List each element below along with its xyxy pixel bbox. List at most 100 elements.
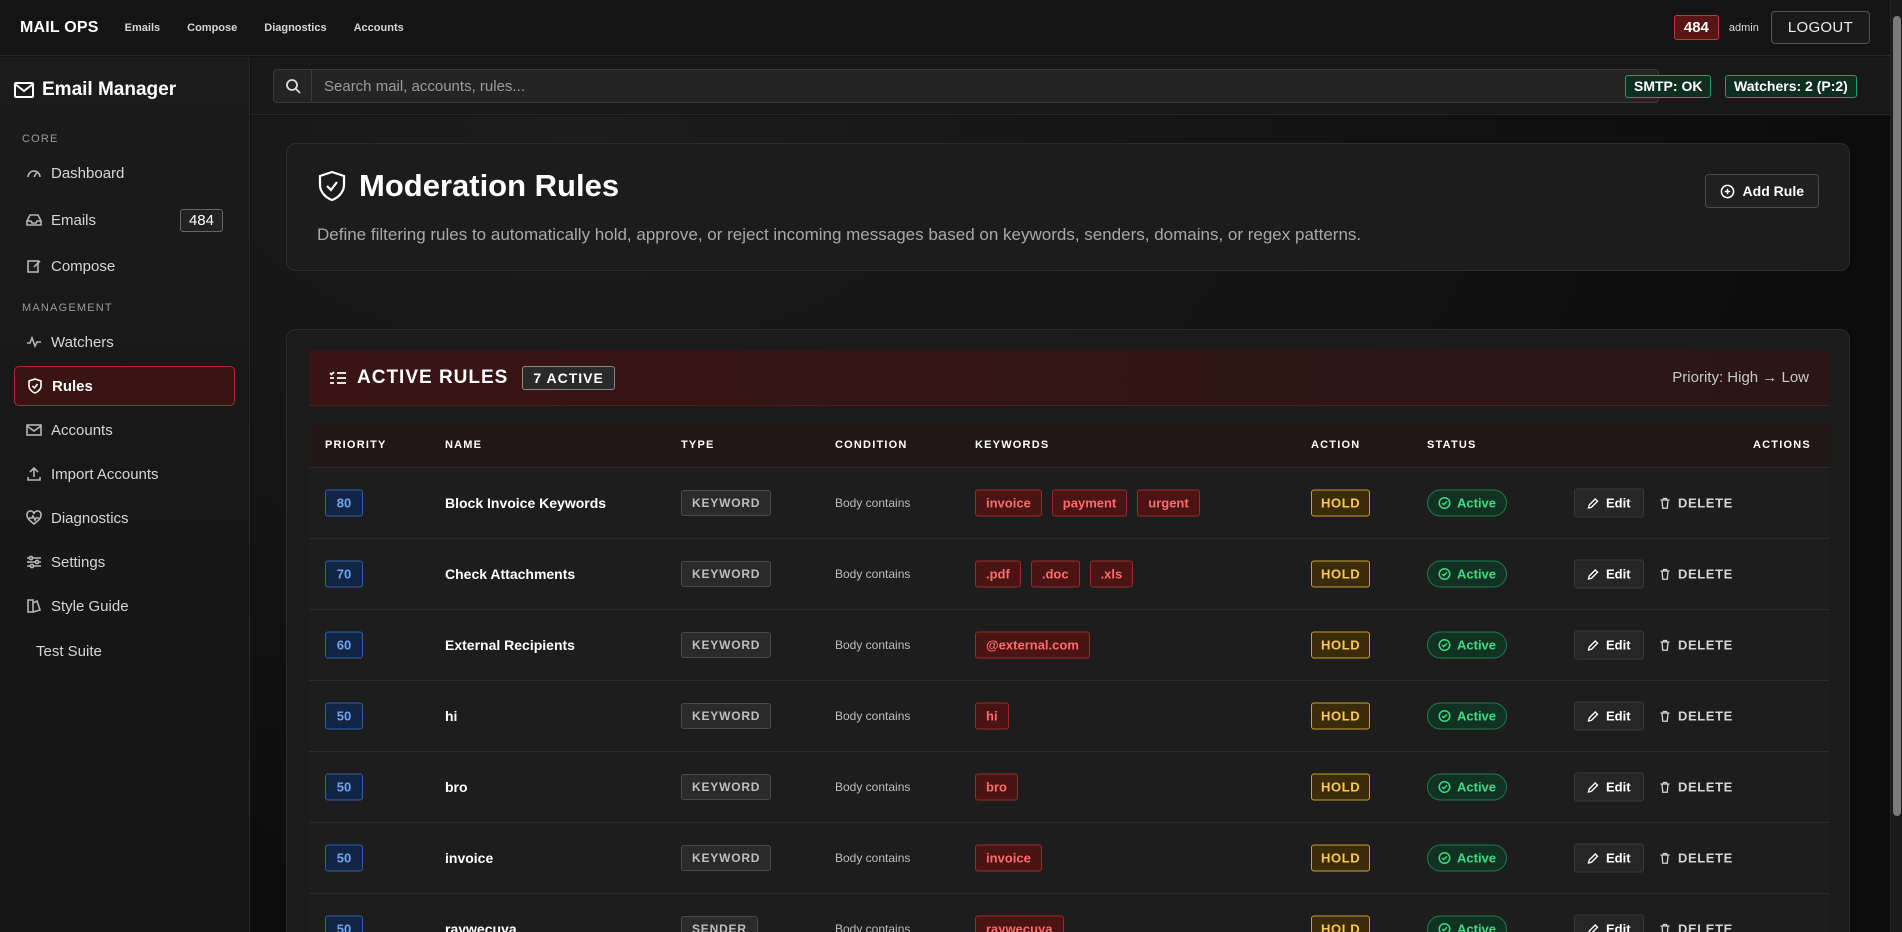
sidebar-item-accounts[interactable]: Accounts bbox=[14, 410, 235, 450]
activity-icon bbox=[26, 334, 42, 350]
keyword-tag: bro bbox=[975, 773, 1018, 801]
table-row: 50 raywecuya SENDER Body contains raywec… bbox=[309, 893, 1829, 932]
rule-name: raywecuya bbox=[445, 921, 517, 932]
delete-rule-button[interactable]: DELETE bbox=[1659, 780, 1733, 795]
upload-icon bbox=[26, 466, 42, 482]
edit-label: Edit bbox=[1606, 921, 1631, 932]
nav-link-accounts[interactable]: Accounts bbox=[354, 22, 404, 34]
delete-label: DELETE bbox=[1678, 921, 1733, 932]
col-action[interactable]: ACTION bbox=[1311, 439, 1360, 451]
rule-condition: Body contains bbox=[835, 851, 911, 865]
status-label: Active bbox=[1457, 495, 1497, 511]
delete-rule-button[interactable]: DELETE bbox=[1659, 496, 1733, 511]
page-title-text: Moderation Rules bbox=[359, 168, 620, 203]
sidebar-item-settings[interactable]: Settings bbox=[14, 542, 235, 582]
search-icon[interactable] bbox=[274, 70, 312, 102]
sidebar-item-import-accounts[interactable]: Import Accounts bbox=[14, 454, 235, 494]
rule-condition: Body contains bbox=[835, 709, 911, 723]
delete-label: DELETE bbox=[1678, 566, 1733, 582]
sidebar-item-dashboard[interactable]: Dashboard bbox=[14, 153, 235, 193]
mail-icon bbox=[26, 422, 42, 438]
col-priority[interactable]: PRIORITY bbox=[325, 439, 387, 451]
sidebar-item-label: Import Accounts bbox=[51, 465, 159, 483]
edit-rule-button[interactable]: Edit bbox=[1574, 914, 1644, 932]
rule-status-badge: Active bbox=[1427, 489, 1508, 517]
nav-link-compose[interactable]: Compose bbox=[187, 22, 237, 34]
col-keywords[interactable]: KEYWORDS bbox=[975, 439, 1049, 451]
edit-rule-button[interactable]: Edit bbox=[1574, 772, 1644, 802]
edit-rule-button[interactable]: Edit bbox=[1574, 630, 1644, 660]
keyword-tag: urgent bbox=[1137, 489, 1200, 517]
rule-action-badge: HOLD bbox=[1311, 915, 1371, 932]
sidebar-item-rules[interactable]: Rules bbox=[14, 366, 235, 406]
pencil-icon bbox=[1587, 852, 1599, 864]
pencil-icon bbox=[1587, 568, 1599, 580]
edit-rule-button[interactable]: Edit bbox=[1574, 843, 1644, 873]
add-rule-button[interactable]: Add Rule bbox=[1704, 174, 1819, 208]
sidebar-item-emails[interactable]: Emails 484 bbox=[14, 200, 235, 240]
nav-link-emails[interactable]: Emails bbox=[125, 22, 160, 34]
table-row: 50 invoice KEYWORD Body contains invoice… bbox=[309, 822, 1829, 893]
rule-name: hi bbox=[445, 708, 458, 724]
sidebar-item-test-suite[interactable]: Test Suite bbox=[14, 631, 235, 671]
keyword-list: raywecuya bbox=[975, 915, 1064, 932]
keyword-list: hi bbox=[975, 702, 1009, 730]
col-type[interactable]: TYPE bbox=[681, 439, 715, 451]
rule-name: bro bbox=[445, 779, 468, 795]
sidebar-item-watchers[interactable]: Watchers bbox=[14, 322, 235, 362]
search-bar-row: SMTP: OK Watchers: 2 (P:2) bbox=[251, 57, 1890, 115]
rule-name: External Recipients bbox=[445, 637, 575, 653]
rule-name: Block Invoice Keywords bbox=[445, 495, 607, 511]
keyword-list: invoice payment urgent bbox=[975, 489, 1200, 517]
col-status[interactable]: STATUS bbox=[1427, 439, 1477, 451]
rule-action-badge: HOLD bbox=[1311, 844, 1371, 872]
search-box bbox=[273, 69, 1659, 103]
unread-count-badge[interactable]: 484 bbox=[1673, 15, 1719, 40]
section-label-management: MANAGEMENT bbox=[22, 302, 113, 314]
sidebar-item-label: Rules bbox=[52, 377, 93, 395]
page-scrollbar[interactable] bbox=[1890, 0, 1902, 932]
keyword-tag: payment bbox=[1051, 489, 1128, 517]
delete-rule-button[interactable]: DELETE bbox=[1659, 567, 1733, 582]
status-label: Active bbox=[1457, 637, 1497, 653]
page-title: Moderation Rules bbox=[317, 168, 619, 204]
edit-rule-button[interactable]: Edit bbox=[1574, 559, 1644, 589]
sidebar-item-diagnostics[interactable]: Diagnostics bbox=[14, 498, 235, 538]
col-name[interactable]: NAME bbox=[445, 439, 482, 451]
delete-label: DELETE bbox=[1678, 779, 1733, 795]
delete-rule-button[interactable]: DELETE bbox=[1659, 922, 1733, 932]
rule-action-badge: HOLD bbox=[1311, 773, 1371, 801]
search-input[interactable] bbox=[312, 77, 1658, 95]
sidebar-item-compose[interactable]: Compose bbox=[14, 246, 235, 286]
sidebar-item-label: Dashboard bbox=[51, 164, 125, 182]
status-label: Active bbox=[1457, 566, 1497, 582]
rules-title: ACTIVE RULES bbox=[357, 366, 509, 388]
logout-button[interactable]: LOGOUT bbox=[1770, 11, 1870, 44]
edit-rule-button[interactable]: Edit bbox=[1574, 488, 1644, 518]
sidebar-item-label: Diagnostics bbox=[51, 509, 129, 527]
rule-action-badge: HOLD bbox=[1311, 489, 1371, 517]
brand-logo[interactable]: MAIL OPS bbox=[20, 19, 99, 37]
edit-rule-button[interactable]: Edit bbox=[1574, 701, 1644, 731]
delete-rule-button[interactable]: DELETE bbox=[1659, 851, 1733, 866]
keyword-tag: @external.com bbox=[975, 631, 1090, 659]
sidebar-item-style-guide[interactable]: Style Guide bbox=[14, 586, 235, 626]
col-condition[interactable]: CONDITION bbox=[835, 439, 908, 451]
emails-count-badge: 484 bbox=[179, 208, 223, 232]
check-circle-icon bbox=[1438, 709, 1451, 723]
page-description: Define filtering rules to automatically … bbox=[317, 225, 1362, 244]
sidebar-title: Email Manager bbox=[14, 79, 176, 101]
pencil-icon bbox=[1587, 639, 1599, 651]
trash-icon bbox=[1659, 923, 1671, 932]
delete-rule-button[interactable]: DELETE bbox=[1659, 709, 1733, 724]
rule-type-badge: SENDER bbox=[681, 916, 758, 932]
nav-link-diagnostics[interactable]: Diagnostics bbox=[264, 22, 326, 34]
scrollbar-thumb[interactable] bbox=[1893, 16, 1901, 816]
check-circle-icon bbox=[1438, 922, 1451, 932]
priority-badge: 50 bbox=[325, 844, 363, 872]
priority-note: Priority: High → Low bbox=[1672, 369, 1809, 386]
table-row: 70 Check Attachments KEYWORD Body contai… bbox=[309, 538, 1829, 609]
top-navbar: MAIL OPS Emails Compose Diagnostics Acco… bbox=[0, 0, 1890, 56]
rule-type-badge: KEYWORD bbox=[681, 490, 772, 516]
delete-rule-button[interactable]: DELETE bbox=[1659, 638, 1733, 653]
